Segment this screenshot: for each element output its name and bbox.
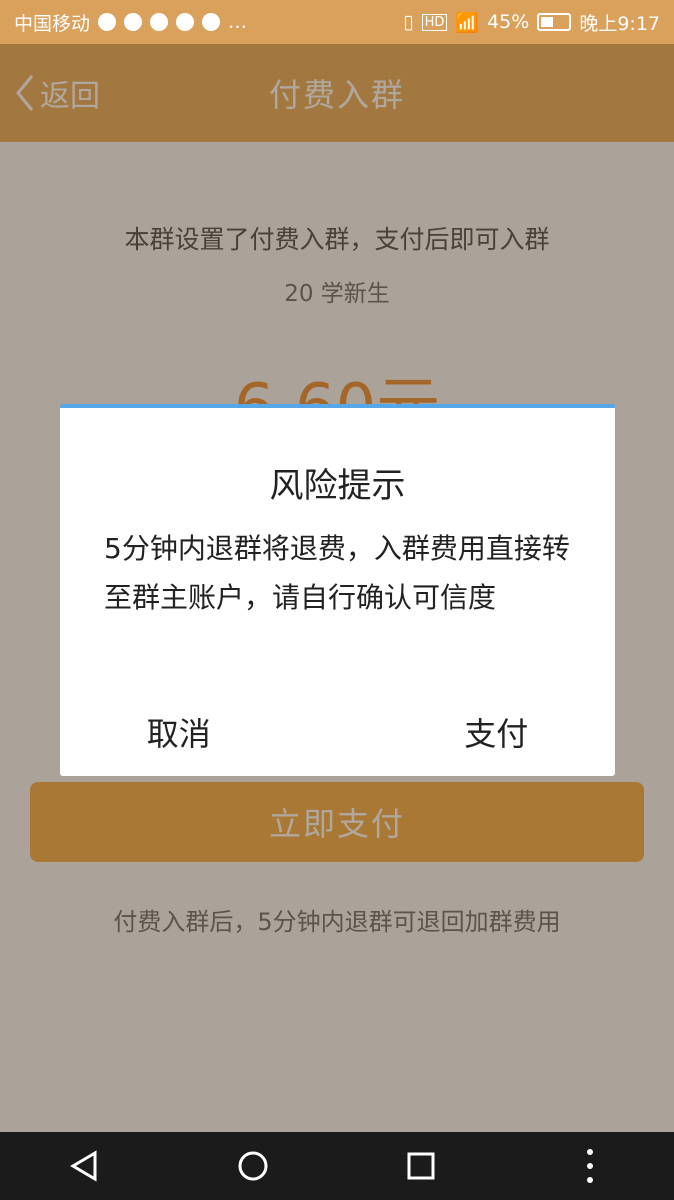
more-notifications: … (228, 11, 248, 33)
android-nav-bar (0, 1132, 674, 1200)
status-left: 中国移动 … (14, 9, 247, 36)
android-home-button[interactable] (223, 1136, 283, 1196)
android-recents-button[interactable] (391, 1136, 451, 1196)
android-menu-button[interactable] (560, 1136, 620, 1196)
signal-icon: 📶 (455, 11, 480, 34)
vertical-dots-icon (586, 1149, 593, 1183)
search-app-icon (176, 13, 195, 31)
dialog-title: 风险提示 (269, 466, 406, 506)
cloud-icon (124, 13, 143, 31)
dialog-message: 5分钟内退群将退费，入群费用直接转至群主账户，请自行确认可信度 (104, 532, 570, 614)
triangle-back-icon (70, 1150, 97, 1182)
battery-icon (537, 13, 572, 31)
app-notification-icon (98, 13, 117, 31)
status-right: ▯ HD 📶 45% 晚上9:17 (403, 9, 660, 36)
status-bar: 中国移动 … ▯ HD 📶 45% 晚上9:17 (0, 0, 674, 44)
battery-percent: 45% (487, 11, 530, 33)
hd-badge: HD (421, 13, 448, 31)
risk-dialog: 风险提示 5分钟内退群将退费，入群费用直接转至群主账户，请自行确认可信度 取消 … (60, 404, 615, 776)
cancel-button[interactable]: 取消 (60, 688, 338, 776)
cat-app-icon (202, 13, 221, 31)
vibrate-icon: ▯ (403, 11, 414, 33)
circle-home-icon (238, 1151, 268, 1181)
clock: 晚上9:17 (579, 12, 660, 35)
dialog-actions: 取消 支付 (60, 688, 615, 776)
square-recents-icon (407, 1152, 435, 1180)
android-back-button[interactable] (54, 1136, 114, 1196)
confirm-pay-button[interactable]: 支付 (338, 688, 616, 776)
chat-icon (150, 13, 169, 31)
carrier-label: 中国移动 (14, 12, 91, 35)
